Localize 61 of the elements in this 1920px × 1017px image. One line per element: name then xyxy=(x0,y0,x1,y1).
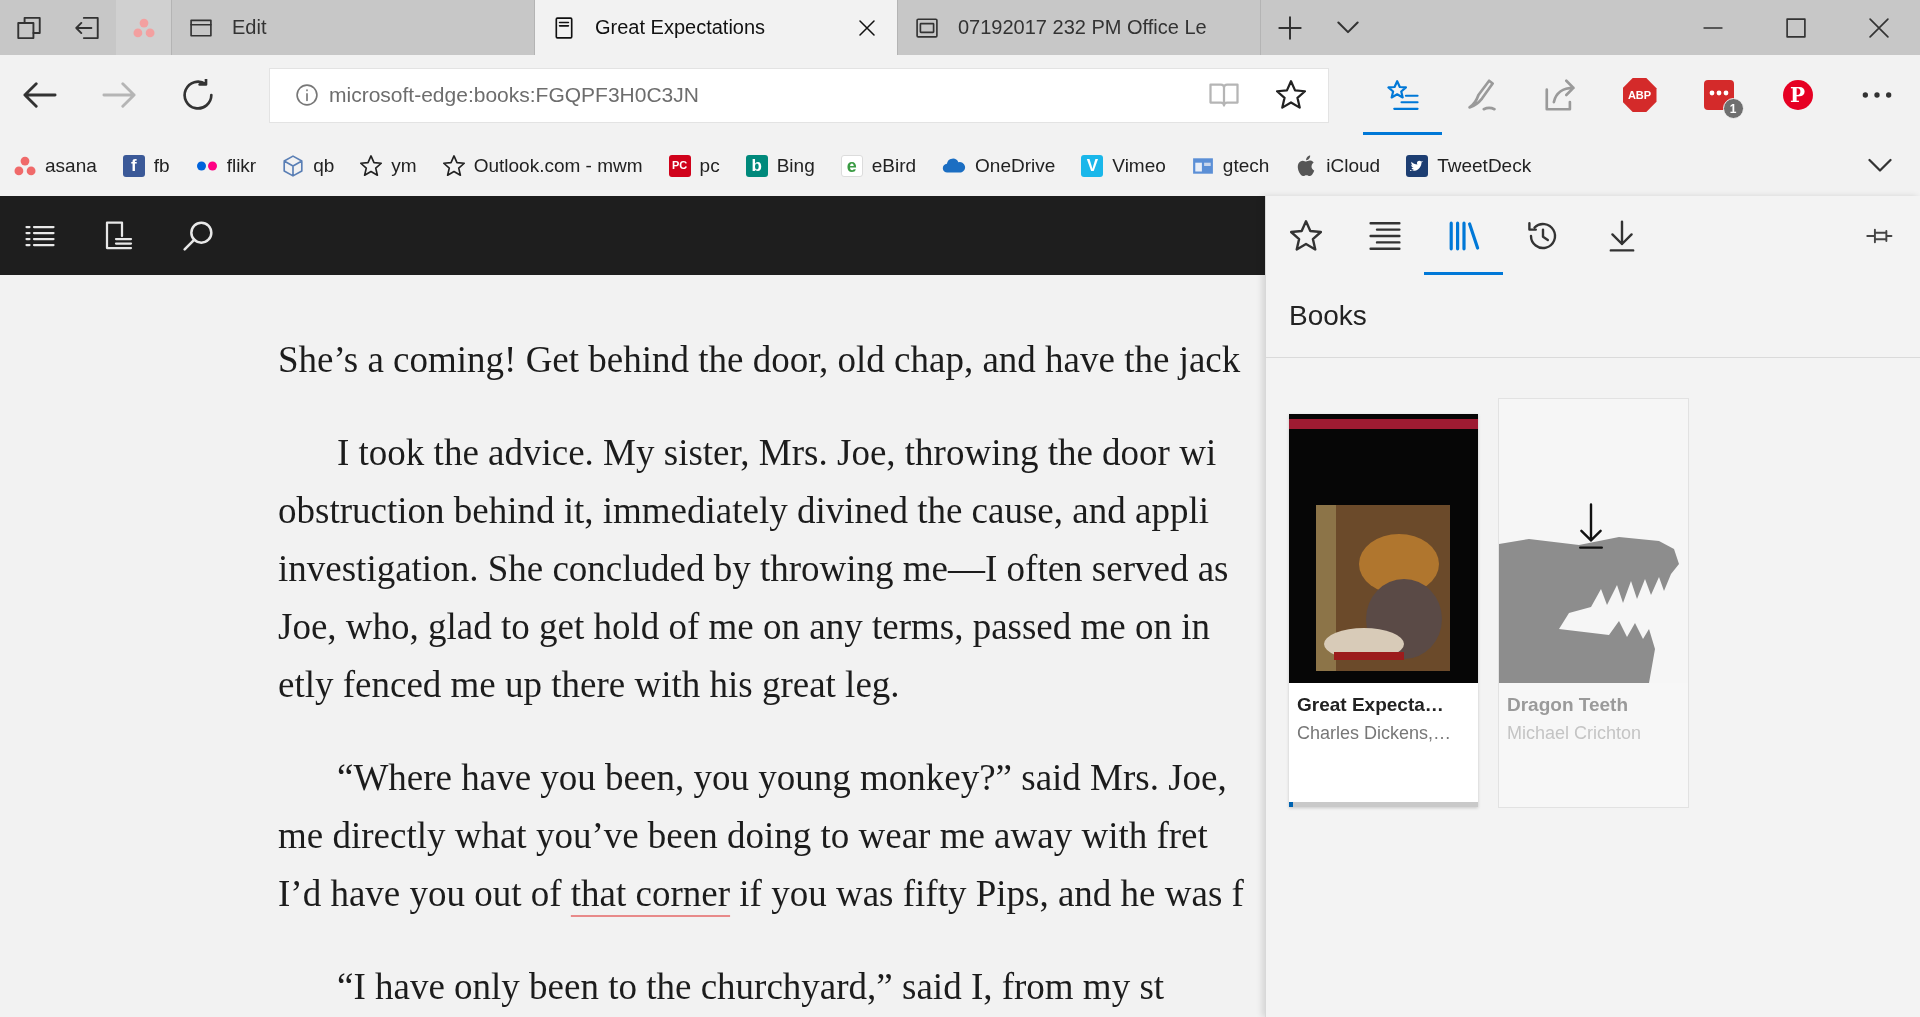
star-icon xyxy=(442,154,465,177)
search-icon[interactable] xyxy=(182,220,213,251)
window-icon xyxy=(190,16,212,39)
bird-tile-icon xyxy=(1406,154,1429,177)
favorite-link[interactable]: OneDrive xyxy=(942,153,1056,178)
page-lines-icon[interactable] xyxy=(103,220,134,251)
close-icon[interactable] xyxy=(859,19,875,36)
panel-title: Books xyxy=(1289,300,1367,332)
books-icon xyxy=(1447,219,1480,252)
favorite-link[interactable]: ym xyxy=(360,154,417,177)
tabs-aside-icon[interactable] xyxy=(17,15,41,40)
close-icon[interactable] xyxy=(1868,17,1889,38)
paragraph-text: “Where have you been, you young monkey?” said Mrs. Joe, me directly what you’ve been doing to wear me away with fret I’d have you out of that corner if you was fifty Pips, and he was f xyxy=(278,756,1244,916)
favorite-link[interactable]: Outlook.com - mwm xyxy=(442,154,643,177)
document-icon xyxy=(916,16,938,39)
address-field[interactable]: microsoft-edge:books:FGQPF3H0C3JN xyxy=(269,67,1329,123)
extension-logo[interactable]: P xyxy=(1782,80,1813,110)
logo-tile: f xyxy=(122,154,145,177)
favorite-link[interactable]: b Bing xyxy=(745,154,815,177)
plus-icon[interactable] xyxy=(1278,15,1302,40)
star-icon xyxy=(360,154,383,177)
download-arrow-icon[interactable] xyxy=(1579,503,1603,549)
info-icon[interactable] xyxy=(296,84,318,106)
paragraph-text: She’s a coming! Get behind the door, old chap, and have the jack xyxy=(278,338,1241,382)
browser-tab[interactable]: Great Expectations xyxy=(535,0,898,55)
favorite-link[interactable]: V Vimeo xyxy=(1081,154,1166,177)
favorite-link[interactable]: qb xyxy=(282,154,335,177)
set-tabs-aside-icon[interactable] xyxy=(75,15,99,40)
favorite-link[interactable]: flikr xyxy=(195,154,257,177)
book-title: Dragon Teeth xyxy=(1507,693,1629,717)
star-icon xyxy=(1289,219,1322,252)
share-icon xyxy=(1544,79,1577,111)
paragraph-text: “I have only been to the churchyard,” said I, from my st xyxy=(336,965,1165,1009)
maximize-icon[interactable] xyxy=(1785,17,1806,38)
favorite-link[interactable]: PC pc xyxy=(668,154,720,177)
favorite-link[interactable]: TweetDeck xyxy=(1406,154,1532,177)
paragraph-text: I took the advice. My sister, Mrs. Joe, throwing the door wi obstruction behind it, immediately divined the cause, and appli investigation. She concluded by throwing me—I often served as Joe, who, glad to get hold of me on any terms, passed me on in etly fenced me up there with his great leg. xyxy=(278,431,1229,707)
star-lines-icon xyxy=(1386,79,1419,111)
favorite-link[interactable]: e eBird xyxy=(840,154,917,177)
history-icon xyxy=(1526,219,1559,252)
star-icon[interactable] xyxy=(1276,80,1306,110)
favorite-link[interactable]: gtech xyxy=(1191,154,1270,177)
book-title: Great Expecta… xyxy=(1297,693,1444,717)
logo-tile: b xyxy=(745,154,768,177)
logo-tile: V xyxy=(1081,154,1104,177)
favorite-link[interactable]: f fb xyxy=(122,154,170,177)
logo-letter: e xyxy=(840,154,863,177)
book-icon xyxy=(553,16,575,39)
pen-icon xyxy=(1465,79,1498,111)
book-card[interactable]: Great Expecta… Charles Dickens,… xyxy=(1289,414,1478,807)
count-badge: 1 xyxy=(1722,98,1744,119)
favorite-link[interactable]: asana xyxy=(14,154,97,177)
book-author: Charles Dickens,… xyxy=(1297,722,1452,745)
lines-icon xyxy=(1368,219,1401,252)
three-dots-icon xyxy=(14,154,36,177)
favorite-link[interactable]: iCloud xyxy=(1295,154,1381,177)
three-dots-icon xyxy=(132,16,155,39)
extension-logo[interactable]: ABP xyxy=(1622,78,1657,112)
refresh-icon[interactable] xyxy=(181,79,214,111)
logo-tile: PC xyxy=(668,154,691,177)
cube-icon xyxy=(282,154,305,177)
